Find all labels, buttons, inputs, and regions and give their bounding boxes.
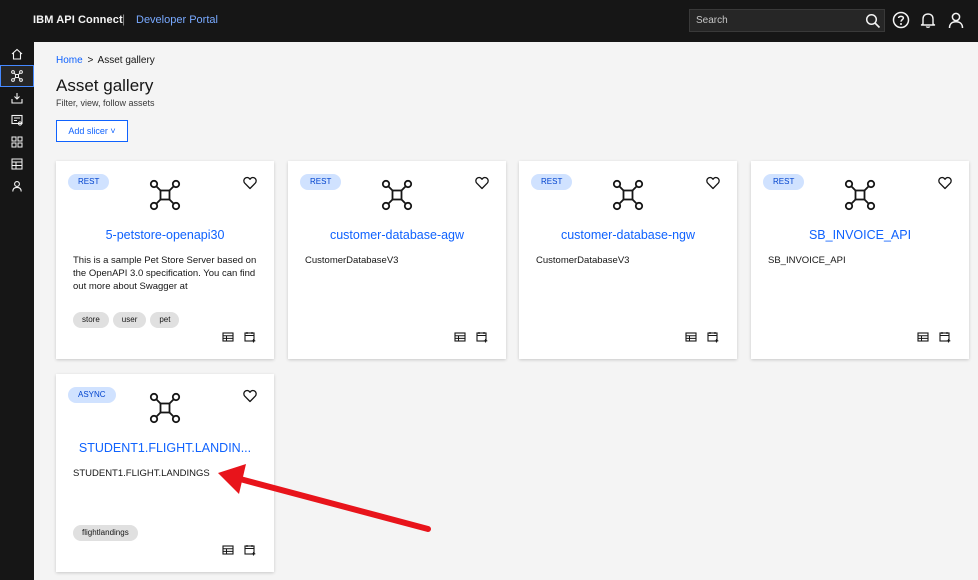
calendar-add-icon[interactable] bbox=[939, 331, 951, 343]
page-title: Asset gallery bbox=[56, 76, 154, 95]
nav-item-table[interactable] bbox=[0, 153, 34, 175]
calendar-add-icon[interactable] bbox=[244, 331, 256, 343]
asset-description: SB_INVOICE_API bbox=[768, 255, 846, 266]
nav-item-catalog[interactable] bbox=[0, 109, 34, 131]
asset-card[interactable]: REST 5-petstore-openapi30 This is a samp… bbox=[56, 161, 274, 359]
add-slicer-button[interactable]: Add slicer ˅ bbox=[56, 120, 128, 142]
asset-title-link[interactable]: customer-database-ngw bbox=[529, 228, 727, 242]
heart-icon[interactable] bbox=[243, 176, 257, 190]
calendar-add-icon[interactable] bbox=[244, 544, 256, 556]
tag-pill[interactable]: user bbox=[112, 312, 147, 328]
brand-name[interactable]: IBM API Connect bbox=[33, 14, 123, 26]
asset-card[interactable]: REST customer-database-ngw CustomerDatab… bbox=[519, 161, 737, 359]
nav-item-user[interactable] bbox=[0, 175, 34, 197]
tag-pill[interactable]: pet bbox=[150, 312, 180, 328]
nav-item-asset-gallery[interactable] bbox=[0, 65, 34, 87]
api-type-tag: REST bbox=[68, 174, 110, 190]
user-icon bbox=[12, 181, 22, 192]
api-type-tag: REST bbox=[300, 174, 342, 190]
catalog-icon bbox=[11, 114, 23, 126]
search-input[interactable] bbox=[690, 10, 860, 31]
home-icon bbox=[11, 48, 23, 60]
asset-description: This is a sample Pet Store Server based … bbox=[73, 255, 257, 292]
breadcrumb-separator: > bbox=[87, 55, 94, 66]
tag-pill[interactable]: store bbox=[73, 312, 109, 328]
search-box bbox=[689, 9, 885, 32]
api-icon bbox=[381, 179, 413, 211]
heart-icon[interactable] bbox=[938, 176, 952, 190]
inbox-icon bbox=[11, 93, 23, 104]
apps-icon bbox=[11, 136, 23, 148]
tag-list: store user pet bbox=[73, 309, 183, 328]
breadcrumb-current: Asset gallery bbox=[97, 55, 155, 66]
api-icon bbox=[612, 179, 644, 211]
asset-card[interactable]: REST SB_INVOICE_API SB_INVOICE_API bbox=[751, 161, 969, 359]
api-icon bbox=[844, 179, 876, 211]
heart-icon[interactable] bbox=[706, 176, 720, 190]
table-icon bbox=[11, 158, 23, 170]
calendar-add-icon[interactable] bbox=[707, 331, 719, 343]
table-view-icon[interactable] bbox=[222, 544, 234, 556]
user-profile-icon[interactable] bbox=[947, 11, 965, 29]
asset-title-link[interactable]: customer-database-agw bbox=[298, 228, 496, 242]
breadcrumb-home-link[interactable]: Home bbox=[56, 55, 83, 66]
api-type-tag: ASYNC bbox=[68, 387, 116, 403]
search-icon[interactable] bbox=[865, 13, 881, 29]
asset-description: CustomerDatabaseV3 bbox=[305, 255, 399, 266]
nav-item-download[interactable] bbox=[0, 87, 34, 109]
asset-title-link[interactable]: SB_INVOICE_API bbox=[761, 228, 959, 242]
nav-item-apps[interactable] bbox=[0, 131, 34, 153]
help-icon[interactable] bbox=[892, 11, 910, 29]
table-view-icon[interactable] bbox=[222, 331, 234, 343]
notification-bell-icon[interactable] bbox=[919, 11, 937, 29]
asset-card[interactable]: REST customer-database-agw CustomerDatab… bbox=[288, 161, 506, 359]
asset-description: CustomerDatabaseV3 bbox=[536, 255, 630, 266]
page-subtitle: Filter, view, follow assets bbox=[56, 98, 155, 108]
breadcrumb: Home > Asset gallery bbox=[56, 55, 155, 66]
portal-name-link[interactable]: Developer Portal bbox=[136, 14, 218, 26]
top-header: IBM API Connect | Developer Portal bbox=[0, 0, 978, 42]
asset-title-link[interactable]: 5-petstore-openapi30 bbox=[66, 228, 264, 242]
asset-title-link[interactable]: STUDENT1.FLIGHT.LANDIN... bbox=[66, 441, 264, 455]
calendar-add-icon[interactable] bbox=[476, 331, 488, 343]
api-icon bbox=[149, 392, 181, 424]
api-icon bbox=[149, 179, 181, 211]
annotation-arrow-icon bbox=[218, 464, 431, 532]
table-view-icon[interactable] bbox=[917, 331, 929, 343]
tag-list: flightlandings bbox=[73, 522, 142, 541]
table-view-icon[interactable] bbox=[685, 331, 697, 343]
api-icon bbox=[11, 70, 23, 82]
brand-separator: | bbox=[122, 12, 126, 26]
table-view-icon[interactable] bbox=[454, 331, 466, 343]
tag-pill[interactable]: flightlandings bbox=[73, 525, 138, 541]
nav-item-home[interactable] bbox=[0, 43, 34, 65]
api-type-tag: REST bbox=[531, 174, 573, 190]
heart-icon[interactable] bbox=[243, 389, 257, 403]
left-navigation bbox=[0, 42, 34, 580]
heart-icon[interactable] bbox=[475, 176, 489, 190]
api-type-tag: REST bbox=[763, 174, 805, 190]
